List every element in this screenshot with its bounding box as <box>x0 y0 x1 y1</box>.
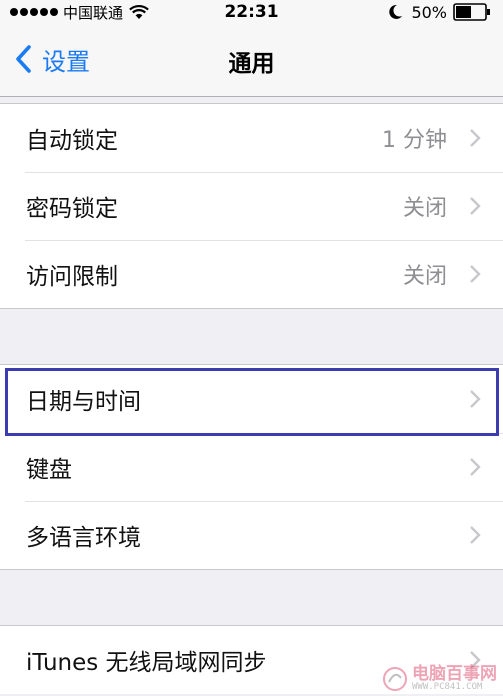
chevron-right-icon <box>470 390 481 408</box>
settings-group-locale: 日期与时间 键盘 多语言环境 <box>0 364 503 570</box>
row-label: 键盘 <box>26 457 72 483</box>
settings-row-keyboard[interactable]: 键盘 <box>0 433 503 501</box>
chevron-right-icon <box>470 129 481 147</box>
watermark-logo-icon <box>383 667 407 691</box>
status-bar: 中国联通 22:31 50% <box>0 0 503 24</box>
battery-icon <box>453 3 490 21</box>
settings-group-lock: 自动锁定 1 分钟 密码锁定 关闭 访问限制 关闭 <box>0 103 503 309</box>
settings-row-date-time[interactable]: 日期与时间 <box>0 365 503 433</box>
navigation-bar: 设置 通用 <box>0 24 503 97</box>
settings-row-international[interactable]: 多语言环境 <box>0 501 503 569</box>
chevron-right-icon <box>470 265 481 283</box>
row-label: 自动锁定 <box>26 128 118 154</box>
watermark-en: WWW.PC841.COM <box>412 682 483 692</box>
row-value: 关闭 <box>402 196 447 221</box>
settings-row-passcode-lock[interactable]: 密码锁定 关闭 <box>0 172 503 240</box>
settings-row-auto-lock[interactable]: 自动锁定 1 分钟 <box>0 104 503 172</box>
chevron-right-icon <box>470 197 481 215</box>
row-label: 多语言环境 <box>26 525 141 551</box>
status-right: 50% <box>387 2 491 22</box>
row-value: 1 分钟 <box>382 128 447 153</box>
row-value: 关闭 <box>402 264 447 289</box>
row-label: 访问限制 <box>26 264 118 290</box>
watermark: 电脑百事网 WWW.PC841.COM <box>382 666 497 692</box>
battery-percent: 50% <box>411 2 447 22</box>
do-not-disturb-moon-icon <box>389 4 403 19</box>
row-label: 日期与时间 <box>26 389 141 415</box>
page-title: 通用 <box>228 51 275 77</box>
chevron-right-icon <box>470 458 481 476</box>
watermark-cn: 电脑百事网 <box>412 664 497 684</box>
chevron-right-icon <box>470 526 481 544</box>
row-label: iTunes 无线局域网同步 <box>26 650 267 676</box>
settings-row-restrictions[interactable]: 访问限制 关闭 <box>0 240 503 308</box>
row-label: 密码锁定 <box>26 196 118 222</box>
